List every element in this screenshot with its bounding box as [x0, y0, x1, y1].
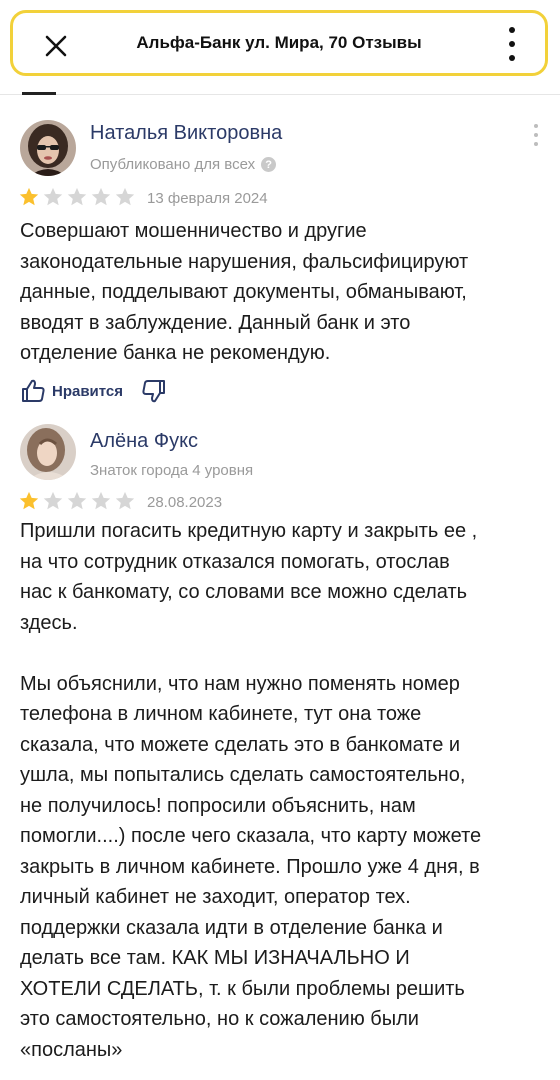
star-icon — [67, 491, 87, 510]
star-icon — [91, 187, 111, 206]
thumb-down-icon — [142, 380, 166, 403]
star-icon — [19, 187, 39, 206]
page-title: Альфа-Банк ул. Мира, 70 Отзывы — [136, 33, 422, 52]
author-subtitle: Знаток города 4 уровня — [90, 462, 253, 479]
close-button[interactable] — [41, 31, 71, 61]
review-text: Пришли погасить кредитную карту и закрыт… — [20, 520, 482, 1061]
review-text: Совершают мошенничество и другие законод… — [20, 220, 469, 364]
star-icon — [43, 491, 63, 510]
rating-stars — [18, 186, 136, 208]
review-menu-button[interactable] — [532, 124, 540, 146]
close-icon — [45, 35, 67, 57]
thumb-up-icon — [22, 379, 45, 402]
star-icon — [115, 187, 135, 206]
rating-stars — [18, 490, 136, 512]
help-icon[interactable]: ? — [261, 157, 277, 172]
author-subtitle: Опубликовано для всех ? — [90, 156, 277, 173]
star-icon — [19, 491, 39, 510]
reviews-page: Альфа-Банк ул. Мира, 70 Отзывы Наталья В… — [0, 0, 560, 1080]
divider — [0, 94, 560, 95]
star-icon — [67, 187, 87, 206]
author-name[interactable]: Наталья Викторовна — [90, 122, 282, 145]
dislike-button[interactable] — [141, 378, 167, 404]
like-button[interactable]: Нравится — [20, 378, 123, 404]
review-actions: Нравится — [20, 378, 167, 404]
publish-status: Опубликовано для всех — [90, 156, 256, 173]
header-bar: Альфа-Банк ул. Мира, 70 Отзывы — [10, 10, 548, 76]
tab-indicator — [22, 92, 56, 95]
author-level: Знаток города 4 уровня — [90, 462, 254, 479]
star-icon — [91, 491, 111, 510]
star-icon — [43, 187, 63, 206]
avatar[interactable] — [20, 120, 76, 176]
review-date: 28.08.2023 — [147, 494, 223, 511]
more-vertical-icon[interactable] — [503, 27, 521, 61]
like-label: Нравится — [52, 382, 124, 400]
star-icon — [115, 491, 135, 510]
avatar[interactable] — [20, 424, 76, 480]
review-date: 13 февраля 2024 — [147, 190, 268, 207]
author-name[interactable]: Алёна Фукс — [90, 430, 198, 453]
